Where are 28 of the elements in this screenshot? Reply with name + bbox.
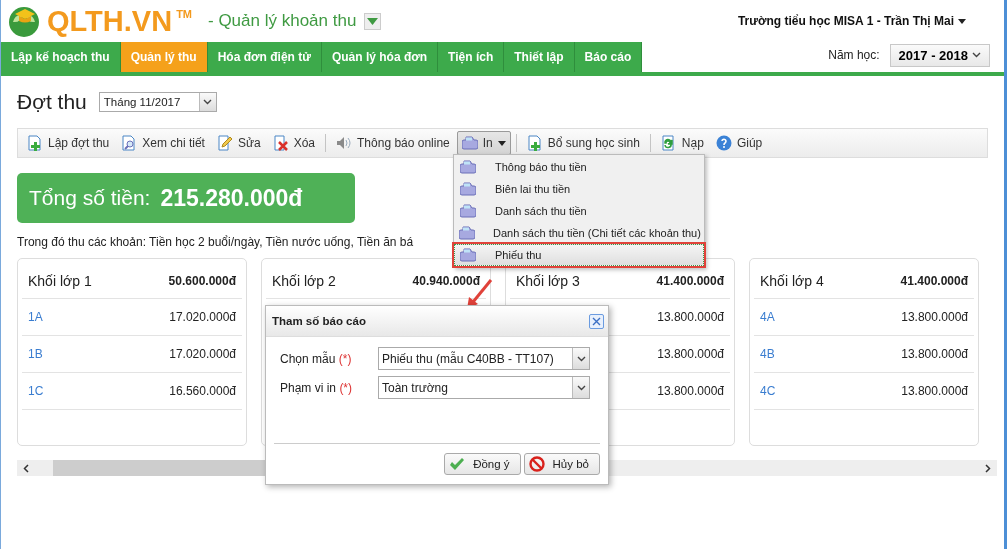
field-label: Chọn mẫu (*): [280, 351, 353, 366]
grade-title: Khối lớp 3: [516, 272, 580, 289]
page-title: Đợt thu: [17, 90, 87, 114]
grade-total: 41.400.000đ: [656, 273, 724, 288]
trademark-mark: TM: [176, 8, 192, 20]
field-label: Phạm vi in (*): [280, 380, 354, 395]
grade-total: 41.400.000đ: [900, 273, 968, 288]
grade-title: Khối lớp 1: [28, 272, 92, 289]
class-amount: 13.800.000đ: [901, 384, 968, 398]
class-amount: 13.800.000đ: [901, 347, 968, 361]
module-title: - Quản lý khoản thu: [208, 11, 357, 31]
grade-title: Khối lớp 2: [272, 272, 336, 289]
logo-text: QLTH.VN: [47, 4, 173, 38]
grade-title: Khối lớp 4: [760, 272, 824, 289]
total-label: Tổng số tiền:: [29, 186, 151, 210]
grade-total: 40.940.000đ: [412, 273, 480, 288]
class-amount: 13.800.000đ: [657, 384, 724, 398]
class-amount: 17.020.000đ: [169, 347, 236, 361]
dialog-title: Tham số báo cáo: [272, 315, 366, 327]
class-amount: 13.800.000đ: [657, 310, 724, 324]
class-amount: 16.560.000đ: [169, 384, 236, 398]
total-amount: 215.280.000đ: [160, 184, 303, 212]
class-amount: 13.800.000đ: [657, 347, 724, 361]
class-amount: 17.020.000đ: [169, 310, 236, 324]
grade-total: 50.600.000đ: [168, 273, 236, 288]
class-amount: 13.800.000đ: [901, 310, 968, 324]
fee-description: Trong đó thu các khoản: Tiền học 2 buổi/ngày, Tiền nước uống, Tiền ăn bá: [17, 235, 414, 249]
year-label: Năm học:: [828, 48, 880, 62]
